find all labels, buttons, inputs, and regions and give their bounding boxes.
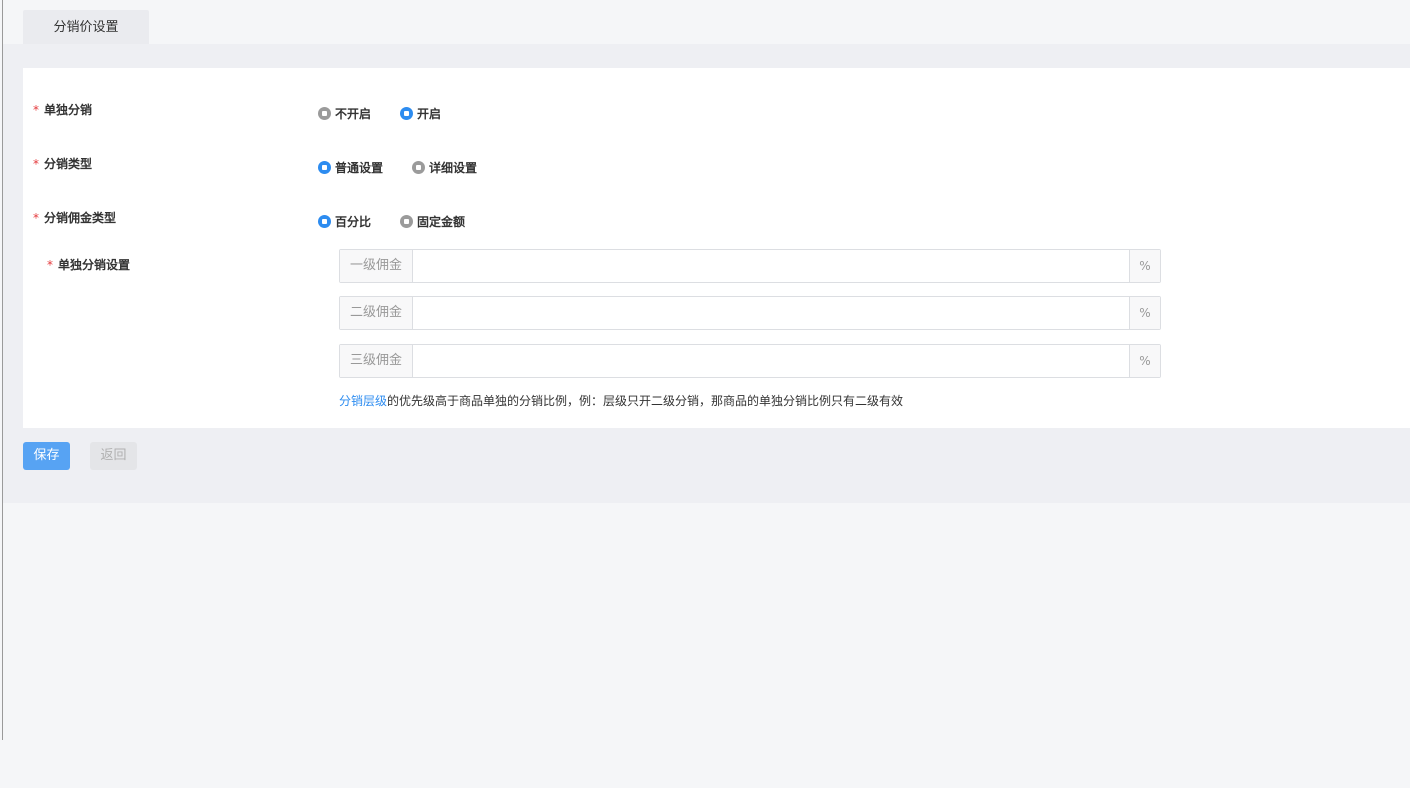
radio-label: 开启 (417, 107, 442, 121)
radio-icon (412, 161, 425, 174)
radio-distribution-type-normal[interactable]: 普通设置 (318, 159, 383, 176)
percent-suffix: % (1129, 297, 1160, 329)
back-button[interactable]: 返回 (90, 442, 137, 470)
level1-commission-input[interactable] (413, 250, 1129, 282)
radio-single-distribution-on[interactable]: 开启 (400, 105, 441, 122)
required-mark: * (33, 211, 39, 225)
level2-commission-addon: 二级佣金 (340, 297, 413, 329)
radio-checked-icon (318, 215, 331, 228)
percent-suffix: % (1129, 345, 1160, 377)
required-mark: * (33, 103, 39, 117)
level1-commission-addon: 一级佣金 (340, 250, 413, 282)
radio-icon (318, 107, 331, 120)
single-distribution-label: * 单独分销 (33, 101, 92, 118)
single-distribution-label-text: 单独分销 (44, 103, 93, 117)
required-mark: * (47, 258, 53, 272)
required-mark: * (33, 157, 39, 171)
radio-commission-fixed-amount[interactable]: 固定金额 (400, 213, 465, 230)
level3-commission-addon: 三级佣金 (340, 345, 413, 377)
level1-commission-group: 一级佣金 % (339, 249, 1161, 283)
distribution-level-link[interactable]: 分销层级 (339, 394, 387, 408)
single-settings-label: * 单独分销设置 (47, 256, 130, 273)
level2-commission-input[interactable] (413, 297, 1129, 329)
radio-checked-icon (318, 161, 331, 174)
hint-text: 的优先级高于商品单独的分销比例，例：层级只开二级分销，那商品的单独分销比例只有二… (387, 394, 904, 408)
radio-label: 不开启 (335, 107, 372, 121)
save-button[interactable]: 保存 (23, 442, 70, 470)
radio-label: 百分比 (335, 215, 372, 229)
radio-label: 固定金额 (417, 215, 466, 229)
radio-label: 普通设置 (335, 161, 384, 175)
radio-single-distribution-off[interactable]: 不开启 (318, 105, 371, 122)
radio-label: 详细设置 (429, 161, 478, 175)
level3-commission-input[interactable] (413, 345, 1129, 377)
level2-commission-group: 二级佣金 % (339, 296, 1161, 330)
level3-commission-group: 三级佣金 % (339, 344, 1161, 378)
tab-bar: 分销价设置 (3, 0, 1410, 44)
distribution-type-label: * 分销类型 (33, 155, 92, 172)
tab-distribution-price-settings[interactable]: 分销价设置 (23, 10, 149, 44)
single-settings-label-text: 单独分销设置 (58, 258, 131, 272)
commission-hint: 分销层级的优先级高于商品单独的分销比例，例：层级只开二级分销，那商品的单独分销比… (339, 392, 903, 409)
radio-distribution-type-detailed[interactable]: 详细设置 (412, 159, 477, 176)
radio-commission-percentage[interactable]: 百分比 (318, 213, 371, 230)
radio-icon (400, 215, 413, 228)
commission-type-label-text: 分销佣金类型 (44, 211, 117, 225)
page-container: 分销价设置 * 单独分销 不开启 开启 * 分销类型 普通设置 详细设置 * 分销佣金 (3, 0, 1410, 503)
settings-form: * 单独分销 不开启 开启 * 分销类型 普通设置 详细设置 * 分销佣金类型 百分比 (23, 68, 1410, 428)
distribution-type-label-text: 分销类型 (44, 157, 93, 171)
commission-type-label: * 分销佣金类型 (33, 209, 116, 226)
radio-checked-icon (400, 107, 413, 120)
percent-suffix: % (1129, 250, 1160, 282)
